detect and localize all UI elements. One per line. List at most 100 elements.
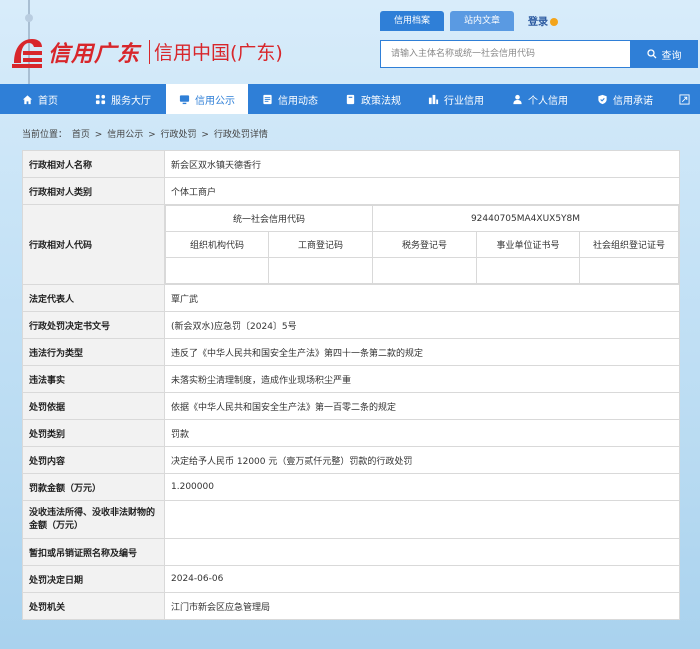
nav-personal-credit-label: 个人信用 [528,95,568,107]
building-icon [428,94,439,104]
suspend-label: 暂扣或吊销证照名称及编号 [22,538,165,566]
nav-credit-publicity-label: 信用公示 [195,95,235,107]
nav-expand[interactable] [668,84,700,114]
logo-icon[interactable] [8,33,46,71]
breadcrumb-current: 行政处罚详情 [213,130,268,140]
violation-type-value: 违反了《中华人民共和国安全生产法》第四十一条第二款的规定 [164,338,680,366]
nav-credit-commitment[interactable]: 信用承诺 [582,84,668,114]
facts-value: 未落实粉尘清理制度，造成作业现场积尘严重 [164,365,680,393]
nav-service-hall-label: 服务大厅 [111,95,151,107]
search-bar: 查询 [380,40,698,68]
logo-divider [149,40,150,64]
logo-script-text[interactable]: 信用广东 [48,36,140,68]
table-row: 违法事实 未落实粉尘清理制度，造成作业现场积尘严重 [22,365,680,393]
authority-value: 江门市新会区应急管理局 [164,592,680,620]
doc-label: 行政处罚决定书文号 [22,311,165,339]
login-link[interactable]: 登录 [528,13,558,28]
book-icon [346,94,355,104]
table-row: 违法行为类型 违反了《中华人民共和国安全生产法》第四十一条第二款的规定 [22,338,680,366]
nav-personal-credit[interactable]: 个人信用 [498,84,582,114]
monitor-icon [179,94,190,104]
search-icon [646,49,656,59]
nav-credit-publicity[interactable]: 信用公示 [166,84,248,114]
violation-type-label: 违法行为类型 [22,338,165,366]
social-org-value [579,257,679,284]
table-row: 行政相对人名称 新会区双水镇天德香行 [22,150,680,178]
table-row: 暂扣或吊销证照名称及编号 [22,538,680,566]
breadcrumb: 当前位置： 首页 > 信用公示 > 行政处罚 > 行政处罚详情 [22,127,270,140]
date-label: 处罚决定日期 [22,565,165,593]
nav-credit-news-label: 信用动态 [278,95,318,107]
confiscate-value [164,500,680,539]
breadcrumb-prefix: 当前位置： [22,130,68,140]
institution-cert-header: 事业单位证书号 [476,231,580,258]
grid-icon [95,94,106,104]
person-icon [513,94,522,104]
usc-value: 92440705MA4XUX5Y8M [372,205,679,232]
table-row: 行政相对人代码 统一社会信用代码 92440705MA4XUX5Y8M 组织机构… [22,204,680,285]
table-row: 处罚依据 依据《中华人民共和国安全生产法》第一百零二条的规定 [22,392,680,420]
authority-label: 处罚机关 [22,592,165,620]
breadcrumb-separator: > [201,130,209,140]
table-row: 处罚类别 罚款 [22,419,680,447]
login-label[interactable]: 登录 [528,17,548,28]
site-header: 信用广东 信用中国(广东) 信用档案 站内文章 登录 查询 [0,0,700,84]
table-row: 罚款金额（万元） 1.200000 [22,473,680,501]
breadcrumb-home[interactable]: 首页 [72,130,90,140]
rep-label: 法定代表人 [22,284,165,312]
org-code-value [165,257,269,284]
site-name[interactable]: 信用中国(广东) [154,38,283,65]
basis-value: 依据《中华人民共和国安全生产法》第一百零二条的规定 [164,392,680,420]
expand-icon [678,93,690,105]
tab-credit-archive[interactable]: 信用档案 [380,11,444,31]
shield-icon [598,94,607,104]
search-tabs: 信用档案 站内文章 [380,11,514,31]
name-value: 新会区双水镇天德香行 [164,150,680,178]
rep-value: 覃广武 [164,284,680,312]
content-label: 处罚内容 [22,446,165,474]
nav-industry-credit-label: 行业信用 [444,95,484,107]
breadcrumb-penalty[interactable]: 行政处罚 [161,130,197,140]
type-label: 行政相对人类别 [22,177,165,205]
code-subtable: 统一社会信用代码 92440705MA4XUX5Y8M 组织机构代码 工商登记码… [165,205,679,284]
content-value: 决定给予人民币 12000 元（壹万贰仟元整）罚款的行政处罚 [164,446,680,474]
suspend-value [164,538,680,566]
confiscate-label: 没收违法所得、没收非法财物的金额（万元） [22,500,165,539]
nav-service-hall[interactable]: 服务大厅 [80,84,166,114]
date-value: 2024-06-06 [164,565,680,593]
breadcrumb-separator: > [148,130,156,140]
table-row: 行政处罚决定书文号 (新会双水)应急罚〔2024〕5号 [22,311,680,339]
doc-value: (新会双水)应急罚〔2024〕5号 [164,311,680,339]
nav-policies-label: 政策法规 [361,95,401,107]
category-label: 处罚类别 [22,419,165,447]
nav-credit-news[interactable]: 信用动态 [248,84,332,114]
user-dot-icon [550,18,558,26]
search-button[interactable]: 查询 [630,40,698,68]
table-row: 处罚决定日期 2024-06-06 [22,565,680,593]
home-icon [22,94,33,104]
tab-site-articles[interactable]: 站内文章 [450,11,514,31]
nav-policies[interactable]: 政策法规 [332,84,414,114]
facts-label: 违法事实 [22,365,165,393]
nav-credit-commitment-label: 信用承诺 [613,95,653,107]
social-org-header: 社会组织登记证号 [579,231,679,258]
institution-cert-value [476,257,580,284]
usc-label: 统一社会信用代码 [165,205,373,232]
table-row: 没收违法所得、没收非法财物的金额（万元） [22,500,680,539]
tax-reg-header: 税务登记号 [372,231,477,258]
amount-value: 1.200000 [164,473,680,501]
category-value: 罚款 [164,419,680,447]
table-row: 法定代表人 覃广武 [22,284,680,312]
org-code-header: 组织机构代码 [165,231,269,258]
breadcrumb-separator: > [94,130,103,140]
search-input[interactable] [380,40,630,68]
code-subtable-cell: 统一社会信用代码 92440705MA4XUX5Y8M 组织机构代码 工商登记码… [164,204,680,285]
nav-industry-credit[interactable]: 行业信用 [414,84,498,114]
code-label: 行政相对人代码 [22,204,165,285]
news-icon [263,94,272,104]
basis-label: 处罚依据 [22,392,165,420]
breadcrumb-credit-publicity[interactable]: 信用公示 [107,130,143,140]
nav-home[interactable]: 首页 [0,84,80,114]
main-nav: 首页 服务大厅 信用公示 信用动态 政策法规 行业信用 个人信用 信用承诺 [0,84,700,114]
table-row: 处罚机关 江门市新会区应急管理局 [22,592,680,620]
